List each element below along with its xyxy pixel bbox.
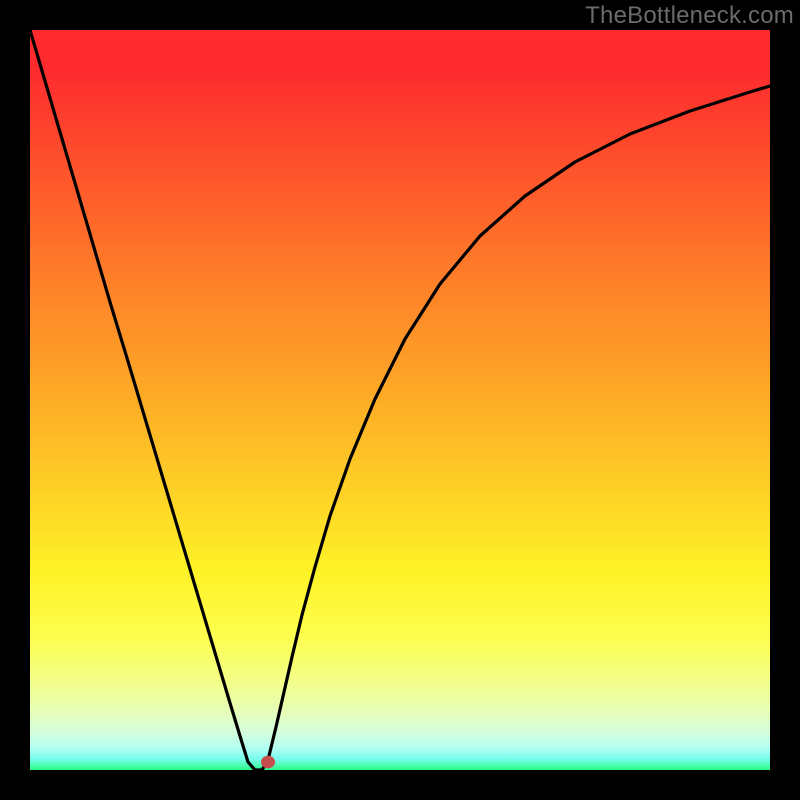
plot-area bbox=[30, 30, 770, 770]
minimum-marker bbox=[261, 756, 275, 769]
bottleneck-curve bbox=[30, 30, 770, 770]
bottleneck-curve-svg bbox=[30, 30, 770, 770]
attribution-text: TheBottleneck.com bbox=[585, 2, 794, 30]
chart-frame: TheBottleneck.com bbox=[0, 0, 800, 800]
